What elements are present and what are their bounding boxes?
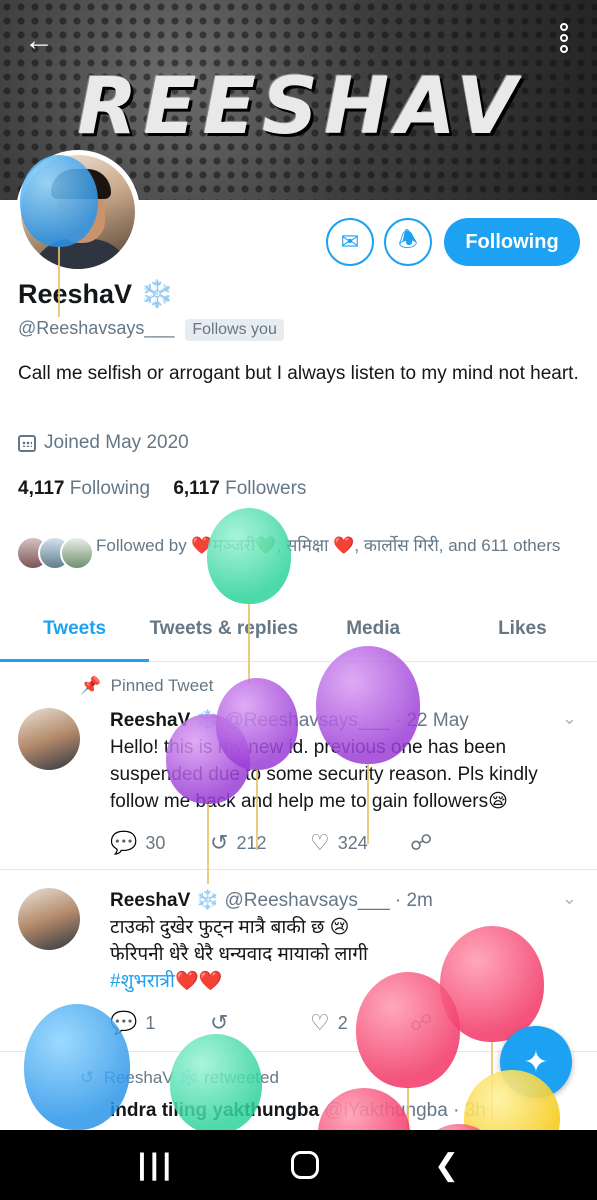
tweet-header: indra tiling yakthungba @iYakthungba · 3… (110, 1100, 486, 1121)
following-button[interactable]: Following (444, 218, 580, 266)
message-button[interactable]: ✉ (326, 218, 374, 266)
balloon-decoration (216, 678, 298, 770)
banner-brand-text: REESHAV (77, 62, 523, 152)
tweet-avatar[interactable] (18, 888, 80, 950)
tweet-header: ReeshaV ❄️ @Reeshavsays___ · 2m (110, 890, 433, 911)
reply-icon: 💬 (110, 830, 138, 855)
follows-you-badge: Follows you (185, 319, 284, 341)
hashtag-link[interactable]: #शुभरात्री (110, 971, 175, 992)
calendar-icon (18, 434, 36, 452)
tweet-avatar[interactable] (18, 708, 80, 770)
heart-icon: ♡ (310, 830, 330, 855)
reply-button[interactable]: 💬 1 (110, 1010, 210, 1036)
followed-by-row[interactable]: Followed by ❤️मञ्जरी💚, समिक्षा ❤️, कार्ल… (16, 534, 586, 572)
bell-plus-icon: 🕭 (398, 227, 418, 252)
profile-name: ReeshaV ❄️ (18, 279, 174, 309)
balloon-decoration (24, 1004, 130, 1130)
profile-tabs: Tweets Tweets & replies Media Likes (0, 598, 597, 662)
share-button[interactable]: ☍ (410, 830, 510, 856)
mutual-avatars (16, 534, 96, 572)
balloon-decoration (207, 508, 291, 604)
balloon-decoration (170, 1034, 262, 1134)
tweet-actions: 💬 30 ↺ 212 ♡ 324 ☍ (110, 830, 510, 856)
profile-bio: Call me selfish or arrogant but I always… (18, 363, 579, 384)
balloon-decoration (316, 646, 420, 764)
followers-count-link[interactable]: 6,117 Followers (173, 478, 306, 499)
back-chevron-icon[interactable]: ❮ (434, 1148, 459, 1183)
balloon-decoration (20, 155, 98, 247)
followed-by-text: Followed by ❤️मञ्जरी💚, समिक्षा ❤️, कार्ल… (96, 536, 561, 555)
balloon-decoration (356, 972, 460, 1088)
heart-icon: ♡ (310, 1010, 330, 1035)
joined-date: Joined May 2020 (18, 432, 189, 454)
back-arrow-icon[interactable]: ← (24, 24, 58, 58)
mail-icon: ✉ (340, 229, 360, 254)
retweet-icon: ↺ (210, 830, 229, 855)
following-count-link[interactable]: 4,117 Following (18, 478, 150, 499)
snowflake-emoji: ❄️ (140, 279, 174, 309)
tab-tweets[interactable]: Tweets (0, 598, 150, 662)
tweet-item[interactable]: ReeshaV ❄️ @Reeshavsays___ · 22 May ⌄ He… (0, 662, 597, 870)
retweet-icon: ↺ (210, 1010, 229, 1035)
chevron-down-icon[interactable]: ⌄ (562, 708, 577, 729)
retweet-button[interactable]: ↺ 212 (210, 830, 310, 856)
recent-apps-icon[interactable]: ||| (138, 1148, 175, 1182)
profile-handle: @Reeshavsays___ Follows you (18, 318, 284, 341)
system-navigation-bar: ||| ❮ (0, 1130, 597, 1200)
share-icon: ☍ (410, 830, 433, 855)
more-options-icon[interactable] (557, 20, 571, 60)
like-button[interactable]: ♡ 324 (310, 830, 410, 856)
home-icon[interactable] (290, 1151, 319, 1179)
reply-button[interactable]: 💬 30 (110, 830, 210, 856)
follow-counts: 4,117 Following 6,117 Followers (18, 478, 306, 500)
tab-tweets-replies[interactable]: Tweets & replies (149, 598, 299, 661)
chevron-down-icon[interactable]: ⌄ (562, 888, 577, 909)
tab-likes[interactable]: Likes (448, 598, 597, 661)
notifications-button[interactable]: 🕭 (384, 218, 432, 266)
retweet-button[interactable]: ↺ (210, 1010, 310, 1036)
